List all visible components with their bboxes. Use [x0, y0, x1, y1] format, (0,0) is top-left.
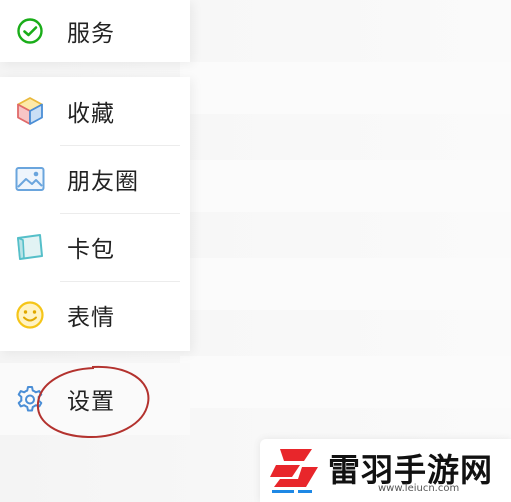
card-wallet-icon — [14, 231, 46, 263]
drawer-item-label: 朋友圈 — [67, 169, 139, 195]
background-row — [180, 62, 511, 114]
background-row — [180, 258, 511, 310]
drawer-item-label: 表情 — [67, 305, 115, 331]
drawer-item-stickers[interactable]: 表情 — [0, 281, 190, 349]
drawer-item-label: 卡包 — [67, 237, 115, 263]
drawer-group-main: 收藏 朋友圈 卡包 表情 — [0, 77, 190, 351]
drawer-item-favorites[interactable]: 收藏 — [0, 77, 190, 145]
moments-image-icon — [14, 163, 46, 195]
drawer-item-card-wallet[interactable]: 卡包 — [0, 213, 190, 281]
background-row — [180, 356, 511, 408]
favorites-cube-icon — [14, 95, 46, 127]
drawer-item-label: 收藏 — [67, 101, 115, 127]
drawer-group-services: 服务 — [0, 0, 190, 62]
service-icon — [14, 15, 46, 47]
watermark: 雷羽手游网 www.leiucn.com — [260, 439, 511, 502]
site-logo-icon — [270, 449, 318, 493]
screen: 服务 收藏 朋友圈 卡包 表情 设置 雷羽手游网 www.leiucn.com — [0, 0, 511, 502]
watermark-url: www.leiucn.com — [378, 483, 460, 494]
highlight-ellipse — [36, 365, 150, 439]
drawer-item-label: 服务 — [67, 21, 115, 47]
drawer-item-services[interactable]: 服务 — [0, 0, 190, 65]
drawer-item-moments[interactable]: 朋友圈 — [0, 145, 190, 213]
smiley-icon — [14, 299, 46, 331]
background-row — [180, 160, 511, 212]
